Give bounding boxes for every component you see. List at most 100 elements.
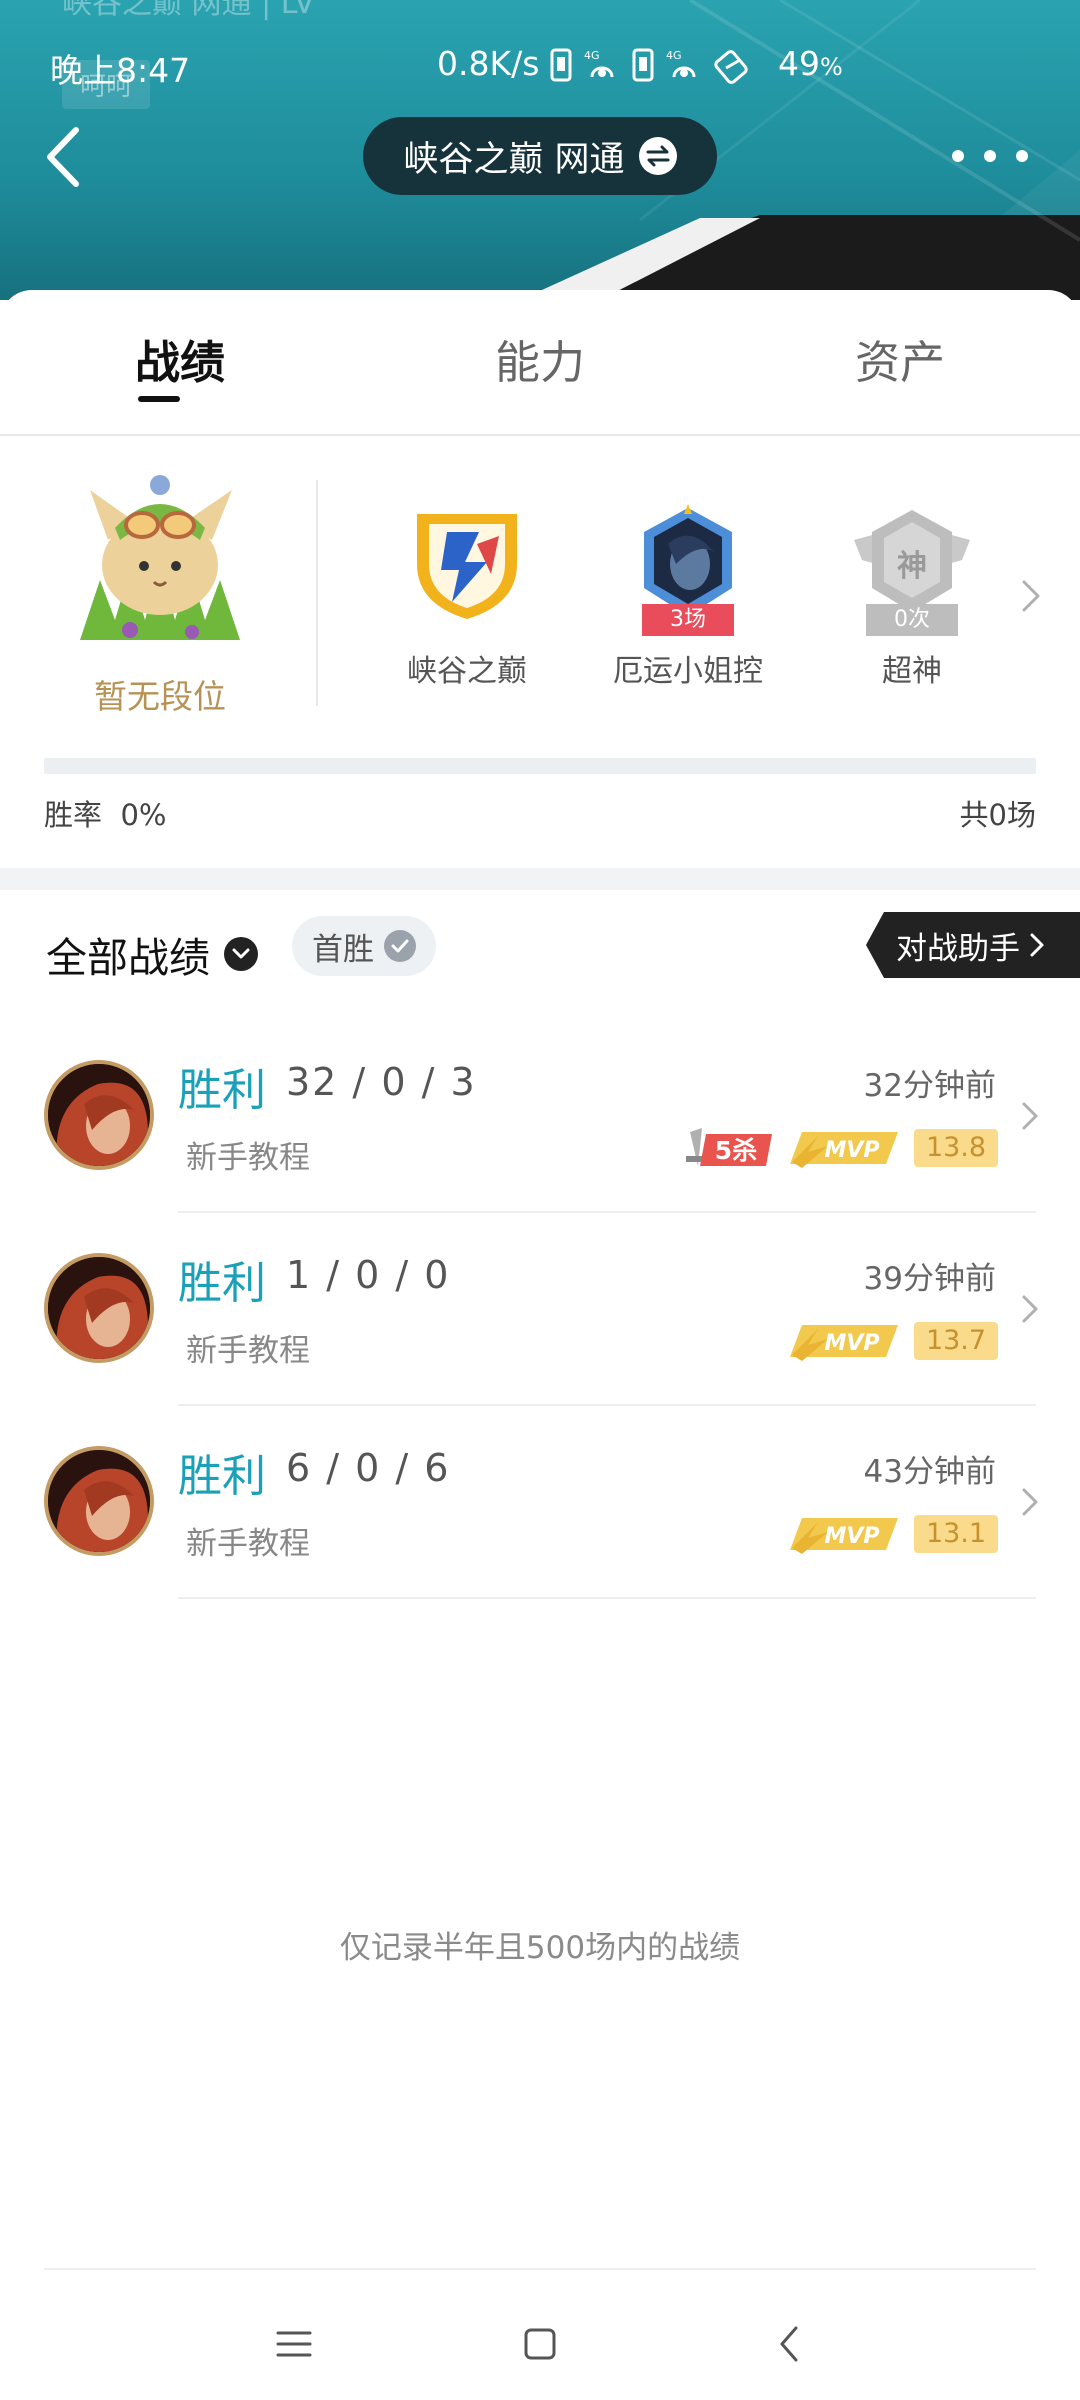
battery-saver-icon xyxy=(714,50,748,84)
svg-text:4G: 4G xyxy=(666,49,682,62)
match-mode: 新手教程 xyxy=(186,1333,310,1369)
status-bar: 晚上8:47 0.8K/s 4G 4G 49% xyxy=(0,40,1080,90)
rank-label: 暂无段位 xyxy=(94,677,226,716)
match-result: 胜利 xyxy=(178,1065,266,1116)
filter-row: 全部战绩 首胜 对战助手 xyxy=(0,910,1080,990)
mvp-badge: MVP xyxy=(790,1325,898,1361)
signal-4g-icon: 4G xyxy=(584,49,614,78)
tab-ability[interactable]: 能力 xyxy=(440,326,640,391)
match-result: 胜利 xyxy=(178,1258,266,1309)
total-games: 共0场 xyxy=(959,798,1036,832)
chevron-right-icon xyxy=(1018,1098,1042,1134)
chevron-right-icon xyxy=(1022,580,1040,612)
navbar-divider xyxy=(44,2268,1036,2270)
mvp-badge: MVP xyxy=(790,1132,898,1168)
match-mode: 新手教程 xyxy=(186,1526,310,1562)
tab-active-indicator xyxy=(138,396,180,402)
badge-champion[interactable]: 3场 厄运小姐控 xyxy=(593,504,783,690)
svg-text:5杀: 5杀 xyxy=(715,1136,757,1165)
match-row[interactable]: 胜利 1 / 0 / 0 新手教程 39分钟前 MVP 13.7 xyxy=(0,1213,1080,1406)
svg-text:4G: 4G xyxy=(584,49,600,62)
nav-back-button[interactable] xyxy=(760,2314,820,2374)
match-tags: MVP 13.1 xyxy=(788,1512,998,1556)
sim-icon-2 xyxy=(632,48,654,82)
champion-avatar xyxy=(44,1060,154,1170)
match-tags: 5杀 MVP 13.8 xyxy=(682,1126,998,1170)
yordle-mascot-icon xyxy=(80,475,240,640)
match-time: 32分钟前 xyxy=(863,1068,996,1104)
check-icon xyxy=(384,930,416,962)
home-square-icon xyxy=(524,2328,556,2360)
server-name: 峡谷之巅 网通 xyxy=(403,139,625,180)
nav-menu-button[interactable] xyxy=(264,2314,324,2374)
battle-assistant-button[interactable]: 对战助手 xyxy=(866,912,1080,978)
section-divider xyxy=(0,868,1080,890)
header-banner: 峡谷之巅 网通 | LV 呵呵 晚上8:47 0.8K/s 4G 4G 49% … xyxy=(0,0,1080,300)
match-time: 39分钟前 xyxy=(863,1261,996,1297)
battery-level: 49% xyxy=(778,44,843,83)
penta-kill-badge: 5杀 xyxy=(686,1128,772,1166)
match-mode: 新手教程 xyxy=(186,1140,310,1176)
record-filter-dropdown[interactable]: 全部战绩 xyxy=(46,924,258,984)
svg-text:MVP: MVP xyxy=(824,1524,879,1549)
faded-summoner-name: 峡谷之巅 网通 | LV xyxy=(62,0,315,21)
badge-server[interactable]: 峡谷之巅 xyxy=(372,504,562,690)
match-row[interactable]: 胜利 6 / 0 / 6 新手教程 43分钟前 MVP 13.1 xyxy=(0,1406,1080,1599)
badge-label: 厄运小姐控 xyxy=(613,654,763,689)
status-time: 晚上8:47 xyxy=(50,51,191,90)
svg-text:MVP: MVP xyxy=(824,1331,879,1356)
record-filter-label: 全部战绩 xyxy=(46,934,210,982)
winrate-value: 0% xyxy=(120,798,167,832)
svg-text:神: 神 xyxy=(897,549,927,584)
match-time: 43分钟前 xyxy=(863,1454,996,1490)
chevron-right-icon xyxy=(1018,1291,1042,1327)
match-row[interactable]: 胜利 32 / 0 / 3 新手教程 32分钟前 5杀 MVP 13.8 xyxy=(0,1020,1080,1213)
badge-label: 峡谷之巅 xyxy=(407,654,527,689)
champion-avatar xyxy=(44,1253,154,1363)
system-nav-bar xyxy=(0,2290,1080,2390)
badge-count: 0次 xyxy=(866,604,958,636)
winrate-label: 胜率 xyxy=(44,798,103,832)
tab-records[interactable]: 战绩 xyxy=(80,326,280,391)
match-tags: MVP 13.7 xyxy=(788,1319,998,1363)
row-separator xyxy=(178,1597,1036,1599)
match-result: 胜利 xyxy=(178,1451,266,1502)
match-score: 13.1 xyxy=(914,1515,998,1553)
records-footnote: 仅记录半年且500场内的战绩 xyxy=(339,1930,741,1966)
helper-label: 对战助手 xyxy=(896,930,1020,967)
chevron-right-icon xyxy=(1018,1484,1042,1520)
badge-count: 3场 xyxy=(642,604,734,636)
tab-bar: 战绩 能力 资产 xyxy=(0,290,1080,436)
back-chevron-icon xyxy=(780,2326,798,2362)
chevron-down-icon xyxy=(224,937,258,971)
server-switcher[interactable]: 峡谷之巅 网通 xyxy=(363,117,717,195)
tab-assets[interactable]: 资产 xyxy=(800,326,1000,391)
menu-icon xyxy=(276,2331,312,2357)
divider xyxy=(316,480,318,706)
chip-label: 首胜 xyxy=(312,931,374,968)
first-win-chip[interactable]: 首胜 xyxy=(292,916,436,976)
badge-legendary[interactable]: 神 0次 超神 xyxy=(817,504,1007,690)
more-dot-icon xyxy=(1016,150,1028,162)
more-dot-icon xyxy=(952,150,964,162)
swap-icon xyxy=(638,137,677,175)
more-options-button[interactable] xyxy=(952,132,1028,180)
back-button[interactable] xyxy=(36,120,96,194)
svg-text:MVP: MVP xyxy=(824,1138,879,1163)
sim-icon xyxy=(550,48,572,82)
content-panel: 战绩 能力 资产 暂无段位 峡谷之巅 3场 厄运小姐控 神 0次 超神 胜率 0… xyxy=(0,290,1080,2400)
champion-avatar xyxy=(44,1446,154,1556)
status-icons: 4G 4G xyxy=(550,40,752,90)
mvp-badge: MVP xyxy=(790,1518,898,1554)
signal-4g-icon-2: 4G xyxy=(666,49,696,78)
winrate: 胜率 0% xyxy=(44,792,166,834)
chevron-right-icon xyxy=(1030,933,1044,957)
badge-label: 超神 xyxy=(882,654,942,689)
badges-more-button[interactable] xyxy=(1016,576,1046,616)
shield-crest-icon xyxy=(417,514,517,619)
match-kda: 1 / 0 / 0 xyxy=(286,1253,451,1297)
match-kda: 6 / 0 / 6 xyxy=(286,1446,451,1490)
nav-home-button[interactable] xyxy=(510,2314,570,2374)
match-score: 13.8 xyxy=(914,1129,998,1167)
winrate-progress-bar xyxy=(44,758,1036,774)
